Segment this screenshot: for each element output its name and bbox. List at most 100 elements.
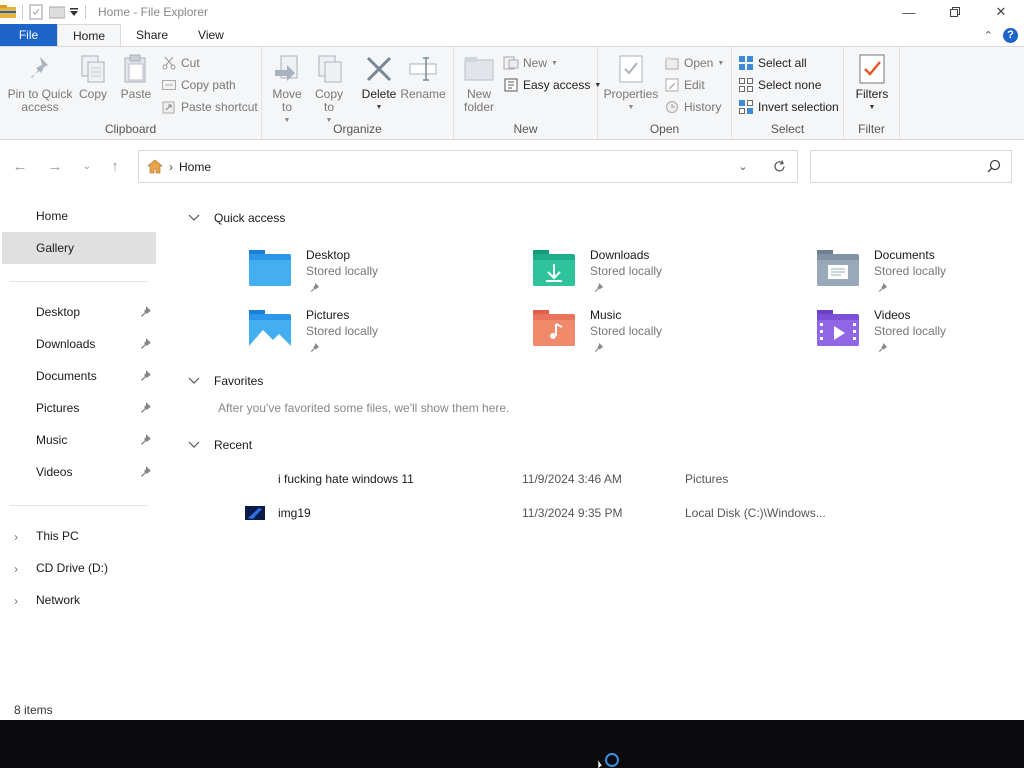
delete-button[interactable]: Delete ▼ — [360, 53, 398, 114]
sidebar-item-cd-drive[interactable]: › CD Drive (D:) — [2, 552, 156, 584]
search-box[interactable] — [810, 150, 1012, 183]
move-to-button[interactable]: Move to ▼ — [268, 53, 306, 127]
pin-icon[interactable] — [140, 433, 152, 448]
history-button[interactable]: History — [664, 99, 721, 115]
sidebar-item-documents[interactable]: Documents — [2, 360, 156, 392]
copy-to-button[interactable]: Copy to ▼ — [310, 53, 348, 127]
close-button[interactable]: ✕ — [978, 0, 1024, 24]
section-title: Favorites — [214, 374, 264, 388]
restore-button[interactable] — [932, 0, 978, 24]
quick-access-header[interactable]: Quick access — [188, 211, 285, 225]
pin-icon — [878, 341, 888, 355]
invert-selection-button[interactable]: Invert selection — [738, 99, 839, 115]
new-folder-button[interactable]: New folder — [460, 53, 498, 114]
recent-file-row[interactable]: i fucking hate windows 11 11/9/2024 3:46… — [242, 468, 942, 492]
recent-file-row[interactable]: img19 11/3/2024 9:35 PM Local Disk (C:)\… — [242, 502, 942, 526]
copy-label: Copy — [78, 87, 107, 101]
sidebar-item-home[interactable]: Home — [2, 200, 156, 232]
tab-file[interactable]: File — [0, 24, 57, 46]
refresh-icon[interactable] — [761, 160, 797, 173]
address-dropdown-chevron-icon[interactable]: ⌄ — [725, 160, 761, 173]
sidebar-item-videos[interactable]: Videos — [2, 456, 156, 488]
quick-access-tile-documents[interactable]: Documents Stored locally — [816, 248, 1024, 300]
paste-shortcut-button[interactable]: Paste shortcut — [161, 99, 258, 115]
search-input[interactable] — [819, 158, 979, 176]
chevron-right-icon[interactable]: › — [14, 562, 18, 576]
new-group: New folder New ▼ Easy access ▼ New — [454, 47, 601, 139]
pin-icon — [594, 281, 604, 295]
chevron-down-icon[interactable] — [188, 374, 200, 388]
sidebar-item-gallery[interactable]: Gallery — [2, 232, 156, 264]
breadcrumb-home[interactable]: Home — [179, 160, 211, 174]
pin-icon[interactable] — [140, 369, 152, 384]
minimize-button[interactable]: — — [886, 0, 932, 24]
quick-access-tile-desktop[interactable]: Desktop Stored locally — [248, 248, 498, 300]
pin-icon[interactable] — [140, 337, 152, 352]
chevron-right-icon[interactable]: › — [14, 530, 18, 544]
ribbon-tabs: File Home Share View ⌃ ? — [0, 24, 1024, 46]
customize-quick-access-icon[interactable] — [69, 0, 79, 24]
new-folder-quick-icon[interactable] — [49, 0, 65, 24]
pin-icon[interactable] — [140, 401, 152, 416]
sidebar-item-label: Gallery — [36, 241, 75, 255]
paste-button[interactable]: Paste — [118, 53, 154, 101]
quick-access-tile-downloads[interactable]: Downloads Stored locally — [532, 248, 782, 300]
recent-locations-chevron-icon[interactable]: ⌄ — [78, 157, 96, 175]
select-none-button[interactable]: Select none — [738, 77, 821, 93]
sidebar-item-music[interactable]: Music — [2, 424, 156, 456]
pin-icon[interactable] — [140, 465, 152, 480]
back-arrow-icon[interactable]: ← — [11, 157, 29, 175]
chevron-right-icon[interactable]: › — [14, 594, 18, 608]
properties-quick-icon[interactable] — [29, 0, 43, 24]
quick-access-tile-videos[interactable]: Videos Stored locally — [816, 308, 1024, 360]
chevron-down-icon[interactable] — [188, 211, 200, 225]
recent-file-location: Pictures — [685, 472, 729, 486]
edit-icon — [664, 77, 680, 93]
forward-arrow-icon[interactable]: → — [46, 157, 64, 175]
tab-home[interactable]: Home — [57, 24, 122, 46]
chevron-down-icon[interactable] — [188, 438, 200, 452]
tab-share[interactable]: Share — [121, 24, 183, 46]
easy-access-button[interactable]: Easy access ▼ — [503, 77, 601, 93]
help-icon[interactable]: ? — [1003, 27, 1018, 43]
scissors-icon — [161, 55, 177, 71]
sidebar-divider — [10, 505, 148, 506]
up-arrow-icon[interactable]: ↑ — [106, 157, 124, 175]
address-bar[interactable]: › Home ⌄ — [138, 150, 798, 183]
edit-button[interactable]: Edit — [664, 77, 705, 93]
sidebar-item-network[interactable]: › Network — [2, 584, 156, 616]
pin-icon — [310, 281, 320, 295]
recent-header[interactable]: Recent — [188, 438, 252, 452]
copy-path-button[interactable]: Copy path — [161, 77, 236, 93]
copy-button[interactable]: Copy — [76, 53, 110, 101]
invert-selection-icon — [738, 99, 754, 115]
sidebar-item-this-pc[interactable]: › This PC — [2, 520, 156, 552]
breadcrumb-chevron-icon[interactable]: › — [169, 160, 173, 174]
open-button[interactable]: Open ▼ — [664, 55, 724, 71]
pin-to-quick-access-button[interactable]: Pin to Quick access — [4, 53, 76, 114]
cut-button[interactable]: Cut — [161, 55, 200, 71]
sidebar-item-desktop[interactable]: Desktop — [2, 296, 156, 328]
quick-access-tile-music[interactable]: Music Stored locally — [532, 308, 782, 360]
sidebar-item-downloads[interactable]: Downloads — [2, 328, 156, 360]
select-all-button[interactable]: Select all — [738, 55, 807, 71]
filters-button[interactable]: Filters ▼ — [852, 53, 892, 114]
select-none-label: Select none — [758, 78, 822, 92]
image-thumbnail-icon — [245, 506, 265, 520]
pin-icon[interactable] — [140, 305, 152, 320]
sidebar-item-label: Documents — [36, 369, 97, 383]
search-icon[interactable] — [987, 159, 1001, 176]
copy-icon — [77, 53, 109, 85]
caret-icon: ▼ — [551, 59, 558, 67]
quick-access-tile-pictures[interactable]: Pictures Stored locally — [248, 308, 498, 360]
cut-label: Cut — [181, 56, 200, 70]
separator — [85, 5, 86, 19]
rename-button[interactable]: Rename — [400, 53, 446, 101]
sidebar-item-pictures[interactable]: Pictures — [2, 392, 156, 424]
properties-button[interactable]: Properties ▼ — [602, 53, 660, 114]
favorites-header[interactable]: Favorites — [188, 374, 263, 388]
tab-view[interactable]: View — [183, 24, 239, 46]
copy-to-icon — [313, 53, 345, 85]
new-item-button[interactable]: New ▼ — [503, 55, 558, 71]
chevron-up-icon[interactable]: ⌃ — [984, 29, 993, 42]
